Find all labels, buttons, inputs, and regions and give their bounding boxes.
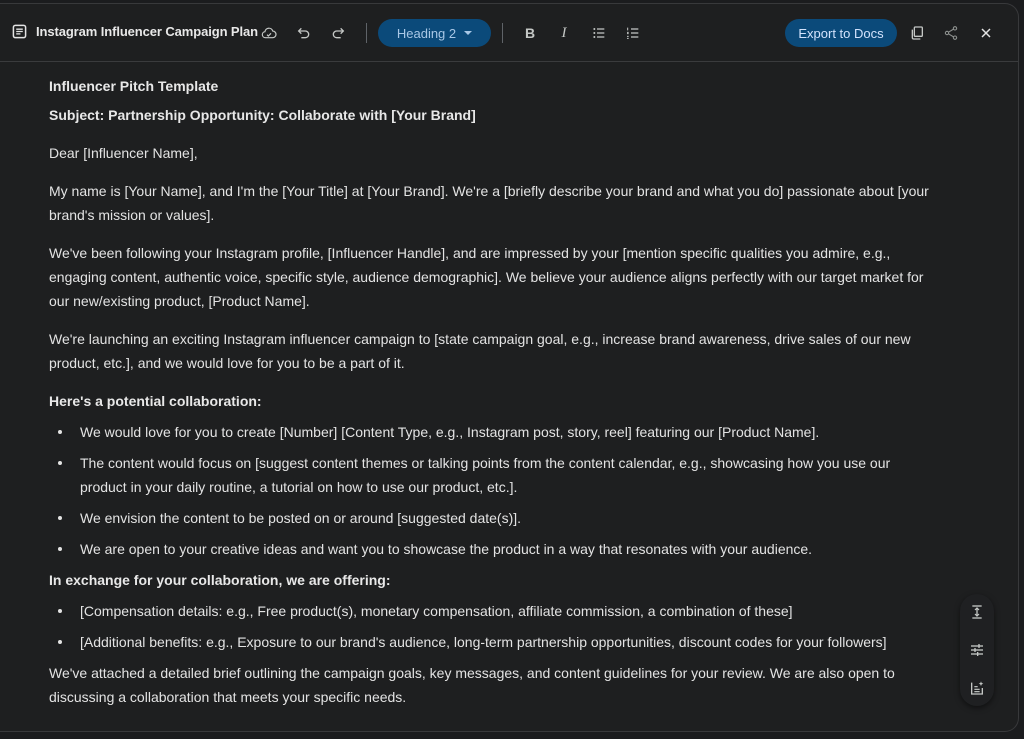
- italic-icon[interactable]: I: [550, 19, 578, 47]
- paragraph-campaign: We're launching an exciting Instagram in…: [49, 331, 911, 371]
- redo-icon[interactable]: [324, 19, 352, 47]
- list-item: [Additional benefits: e.g., Exposure to …: [58, 630, 929, 654]
- tune-settings-icon[interactable]: [968, 641, 986, 659]
- greeting: Dear [Influencer Name],: [49, 145, 198, 161]
- chevron-down-icon: [464, 31, 473, 35]
- offer-heading: In exchange for your collaboration, we a…: [49, 572, 391, 588]
- numbered-list-icon[interactable]: [619, 19, 647, 47]
- italic-label: I: [561, 24, 567, 41]
- bulleted-list-icon[interactable]: [585, 19, 613, 47]
- toolbar-divider: [502, 23, 503, 43]
- offer-list: [Compensation details: e.g., Free produc…: [49, 599, 929, 654]
- collaboration-list: We would love for you to create [Number]…: [49, 420, 929, 561]
- list-item: [Compensation details: e.g., Free produc…: [58, 599, 929, 623]
- export-to-docs-button[interactable]: Export to Docs: [785, 19, 897, 47]
- list-item: The content would focus on [suggest cont…: [58, 451, 929, 499]
- copy-icon[interactable]: [903, 19, 931, 47]
- document-title: Instagram Influencer Campaign Plan: [36, 24, 258, 39]
- paragraph-intro: My name is [Your Name], and I'm the [You…: [49, 183, 929, 223]
- share-icon[interactable]: [937, 19, 965, 47]
- bold-label: B: [524, 25, 536, 41]
- close-icon[interactable]: [972, 19, 1000, 47]
- heading-style-dropdown[interactable]: Heading 2: [378, 19, 491, 47]
- heading-style-value: Heading 2: [396, 25, 457, 41]
- toolbar: Instagram Influencer Campaign Plan Headi…: [0, 4, 1018, 62]
- list-item: We are open to your creative ideas and w…: [58, 537, 929, 561]
- email-subject: Subject: Partnership Opportunity: Collab…: [49, 107, 476, 123]
- bold-icon[interactable]: B: [516, 19, 544, 47]
- adjust-length-icon[interactable]: [968, 603, 986, 621]
- paragraph-following: We've been following your Instagram prof…: [49, 245, 924, 309]
- toolbar-divider: [366, 23, 367, 43]
- document-heading: Influencer Pitch Template: [49, 78, 219, 94]
- cloud-saved-icon[interactable]: [255, 19, 283, 47]
- closing-paragraph: We've attached a detailed brief outlinin…: [49, 665, 895, 705]
- collaboration-heading: Here's a potential collaboration:: [49, 393, 262, 409]
- undo-icon[interactable]: [290, 19, 318, 47]
- list-item: We would love for you to create [Number]…: [58, 420, 929, 444]
- canvas-panel: Instagram Influencer Campaign Plan Headi…: [0, 3, 1019, 732]
- edit-with-ai-icon[interactable]: [968, 679, 986, 697]
- floating-side-toolbar: [960, 594, 994, 706]
- document-body[interactable]: Influencer Pitch Template Subject: Partn…: [49, 74, 929, 723]
- list-item: We envision the content to be posted on …: [58, 506, 929, 530]
- document-icon: [12, 24, 27, 39]
